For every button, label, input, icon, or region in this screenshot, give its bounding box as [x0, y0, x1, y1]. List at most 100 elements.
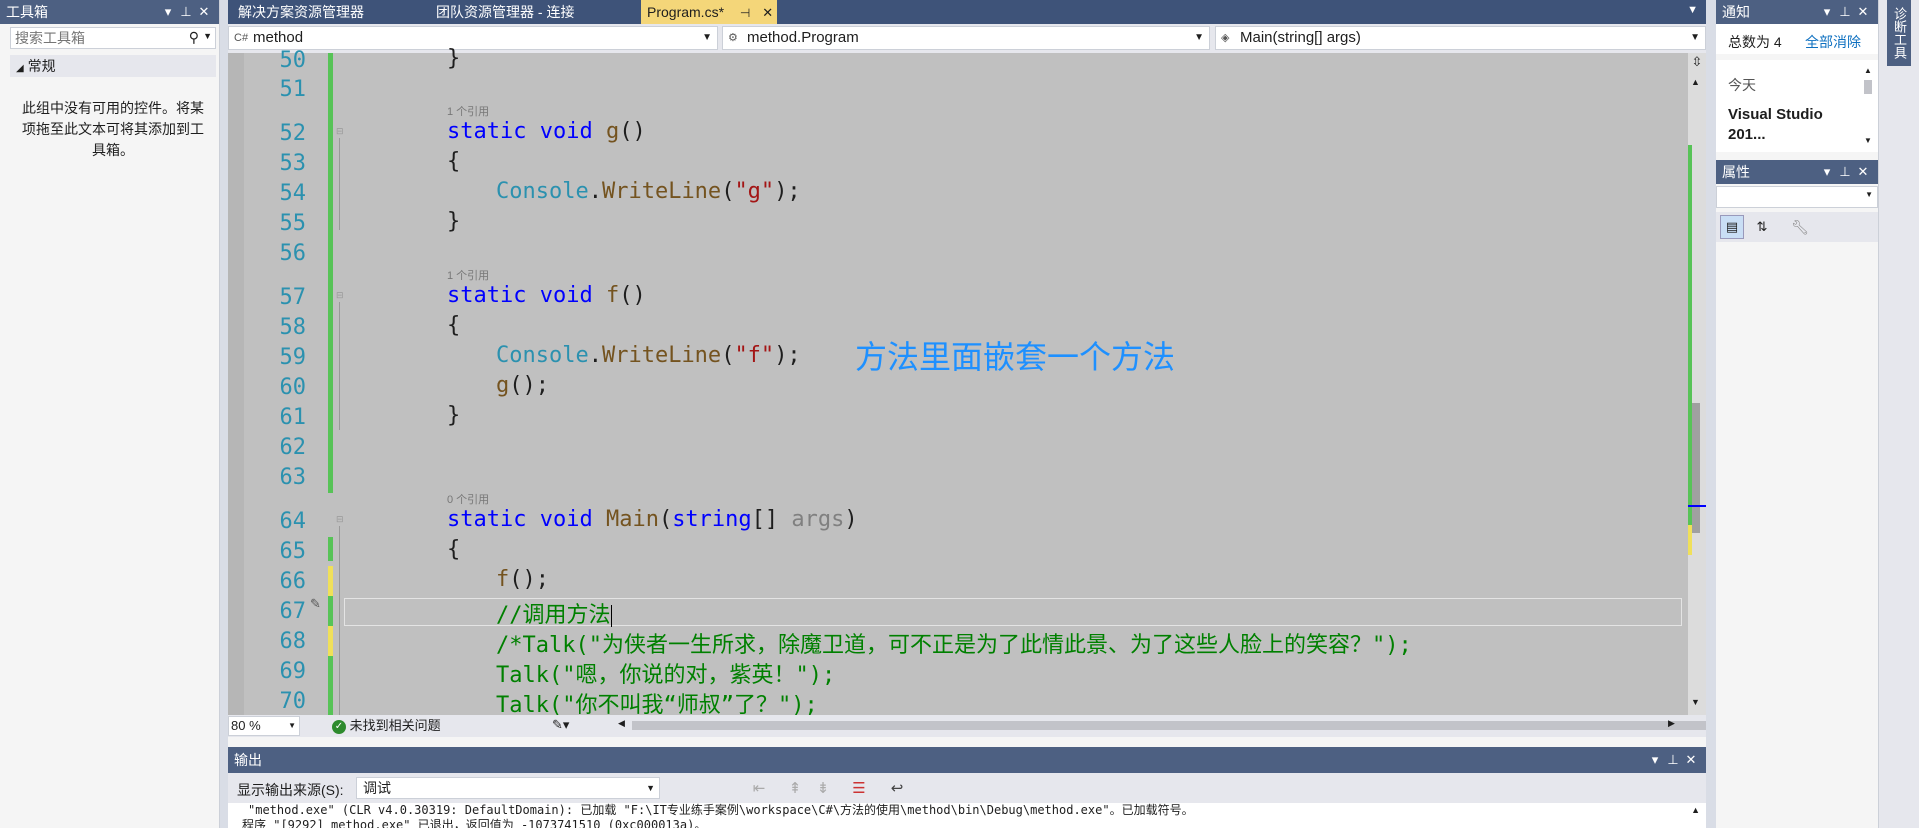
word-wrap-icon[interactable]: ↩	[886, 778, 908, 800]
dropdown-icon[interactable]: ▾	[159, 4, 177, 20]
output-panel: 输出 ▾ ⊥ ✕ 显示输出来源(S): 调试 ▼ "method.exe" (C…	[228, 747, 1706, 828]
close-icon[interactable]: ✕	[1682, 752, 1700, 768]
dropdown-icon[interactable]: ▾	[1818, 164, 1836, 180]
output-header: 输出 ▾ ⊥ ✕	[228, 747, 1706, 773]
split-icon[interactable]: ⇳	[1690, 53, 1704, 71]
codelens-references[interactable]: 1 个引用	[447, 267, 489, 283]
close-icon[interactable]: ✕	[762, 5, 773, 20]
code-line: //调用方法	[496, 603, 612, 628]
notifications-panel: 通知 ▾ ⊥ ✕ 总数为 4 全部消除 今天 Visual Studio 201…	[1716, 0, 1878, 152]
properties-object-dropdown[interactable]: ▼	[1716, 186, 1878, 208]
side-tab-strip: 诊断工具	[1878, 0, 1919, 828]
dropdown-icon[interactable]: ▾	[1818, 4, 1836, 20]
code-line: }	[447, 46, 461, 71]
line-number: 52	[279, 121, 307, 146]
tab-program-cs[interactable]: Program.cs* ⊣ ✕	[641, 0, 777, 24]
toolbox-title: 工具箱	[6, 4, 48, 20]
clear-all-link[interactable]: 全部消除	[1805, 32, 1861, 52]
brush-icon[interactable]: ✎▾	[552, 717, 569, 733]
collapse-icon[interactable]: ◢	[16, 63, 24, 74]
tab-team-explorer[interactable]: 团队资源管理器 - 连接	[430, 0, 580, 24]
pin-icon[interactable]: ⊥	[1664, 752, 1682, 768]
scroll-up-icon[interactable]: ▲	[1864, 66, 1872, 75]
code-line: g();	[496, 373, 549, 398]
class-dropdown[interactable]: ⚙ method.Program ▼	[722, 26, 1210, 50]
properties-panel: 属性 ▾ ⊥ ✕ ▼ ▤ ⇅ 🔧︎	[1716, 160, 1878, 828]
close-icon[interactable]: ✕	[1854, 164, 1872, 180]
line-number: 58	[279, 315, 307, 340]
line-number: 60	[279, 375, 307, 400]
issues-indicator[interactable]: ✓ 未找到相关问题	[332, 717, 441, 735]
code-line: }	[447, 209, 461, 234]
wrench-icon[interactable]: 🔧︎	[1788, 215, 1812, 239]
next-message-icon[interactable]: ⇟	[812, 778, 834, 800]
toolbox-search[interactable]: ⚲ ▼	[10, 27, 216, 49]
tab-solution-explorer[interactable]: 解决方案资源管理器	[232, 0, 370, 24]
pin-icon[interactable]: ⊥	[1836, 4, 1854, 20]
line-number: 53	[279, 151, 307, 176]
line-number: 55	[279, 211, 307, 236]
scroll-down-icon[interactable]: ▼	[1864, 136, 1872, 145]
editor-statusbar: 80 % ▼ ✓ 未找到相关问题 ✎▾ ◀ ▶	[228, 715, 1857, 737]
close-icon[interactable]: ✕	[1854, 4, 1872, 20]
line-number: 69	[279, 659, 307, 684]
output-source-dropdown[interactable]: 调试 ▼	[356, 777, 660, 799]
clear-all-icon[interactable]: ☰	[848, 778, 870, 800]
scroll-up-icon[interactable]: ▲	[1691, 805, 1700, 815]
chevron-down-icon: ▼	[646, 783, 655, 793]
scroll-up-icon[interactable]: ▲	[1691, 77, 1700, 87]
diagnostic-tools-tab[interactable]: 诊断工具	[1887, 0, 1911, 66]
edit-pencil-icon: ✎	[310, 596, 321, 611]
pin-icon[interactable]: ⊥	[177, 4, 195, 20]
line-number: 61	[279, 405, 307, 430]
chevron-down-icon: ▼	[702, 32, 712, 43]
close-icon[interactable]: ✕	[195, 4, 213, 20]
alphabetical-icon[interactable]: ⇅	[1750, 215, 1774, 239]
pin-icon[interactable]: ⊣	[740, 6, 750, 20]
toolbox-search-input[interactable]	[11, 28, 171, 48]
properties-header: 属性 ▾ ⊥ ✕	[1716, 160, 1878, 184]
change-bar	[328, 626, 333, 656]
chevron-down-icon: ▼	[1690, 32, 1700, 43]
goto-message-icon[interactable]: ⇤	[748, 778, 770, 800]
output-title: 输出	[234, 752, 262, 768]
line-number: 57	[279, 285, 307, 310]
output-source-label: 显示输出来源(S):	[237, 782, 344, 798]
check-circle-icon: ✓	[332, 719, 346, 734]
line-number: 63	[279, 465, 307, 490]
member-dropdown[interactable]: ◈ Main(string[] args) ▼	[1215, 26, 1706, 50]
document-tabbar: 解决方案资源管理器 团队资源管理器 - 连接 Program.cs* ⊣ ✕ ▼	[228, 0, 1706, 24]
text-cursor	[610, 605, 612, 627]
codelens-references[interactable]: 1 个引用	[447, 103, 489, 119]
line-number: 64	[279, 509, 307, 534]
code-line: f();	[496, 567, 549, 592]
codelens-references[interactable]: 0 个引用	[447, 491, 489, 507]
notifications-group: 今天	[1728, 77, 1756, 93]
fold-toggle-icon[interactable]: ⊟	[336, 290, 344, 301]
dropdown-icon[interactable]: ▾	[1646, 752, 1664, 768]
scroll-left-icon[interactable]: ◀	[618, 718, 625, 729]
search-icon[interactable]: ⚲	[189, 29, 199, 46]
toolbox-empty-text: 此组中没有可用的控件。将某项拖至此文本可将其添加到工具箱。	[22, 100, 204, 158]
zoom-dropdown[interactable]: 80 % ▼	[228, 716, 300, 736]
fold-toggle-icon[interactable]: ⊟	[336, 514, 344, 525]
toolbox-group[interactable]: ◢ 常规	[10, 55, 216, 77]
scroll-down-icon[interactable]: ▼	[1691, 697, 1700, 707]
project-dropdown[interactable]: C# method ▼	[228, 26, 718, 50]
csharp-icon: C#	[234, 32, 249, 44]
tab-overflow-icon[interactable]: ▼	[1687, 4, 1698, 16]
fold-toggle-icon[interactable]: ⊟	[336, 126, 344, 137]
pin-icon[interactable]: ⊥	[1836, 164, 1854, 180]
toolbox-group-label: 常规	[27, 58, 56, 74]
class-icon: ⚙	[728, 32, 738, 44]
vertical-scrollbar[interactable]: ⇳ ▲ ▼	[1688, 53, 1706, 715]
code-line: Talk("嗯，你说的对，紫英！");	[496, 663, 836, 688]
scroll-thumb[interactable]	[1864, 80, 1872, 94]
code-line: /*Talk("为侠者一生所求，除魔卫道，可不正是为了此情此景、为了这些人脸上的…	[496, 633, 1412, 658]
scroll-right-icon[interactable]: ▶	[1668, 718, 1675, 729]
categorized-icon[interactable]: ▤	[1720, 215, 1744, 239]
notification-item[interactable]: Visual Studio 201...	[1728, 105, 1858, 145]
change-bar	[328, 53, 333, 493]
prev-message-icon[interactable]: ⇞	[784, 778, 806, 800]
chevron-down-icon[interactable]: ▼	[203, 31, 212, 41]
